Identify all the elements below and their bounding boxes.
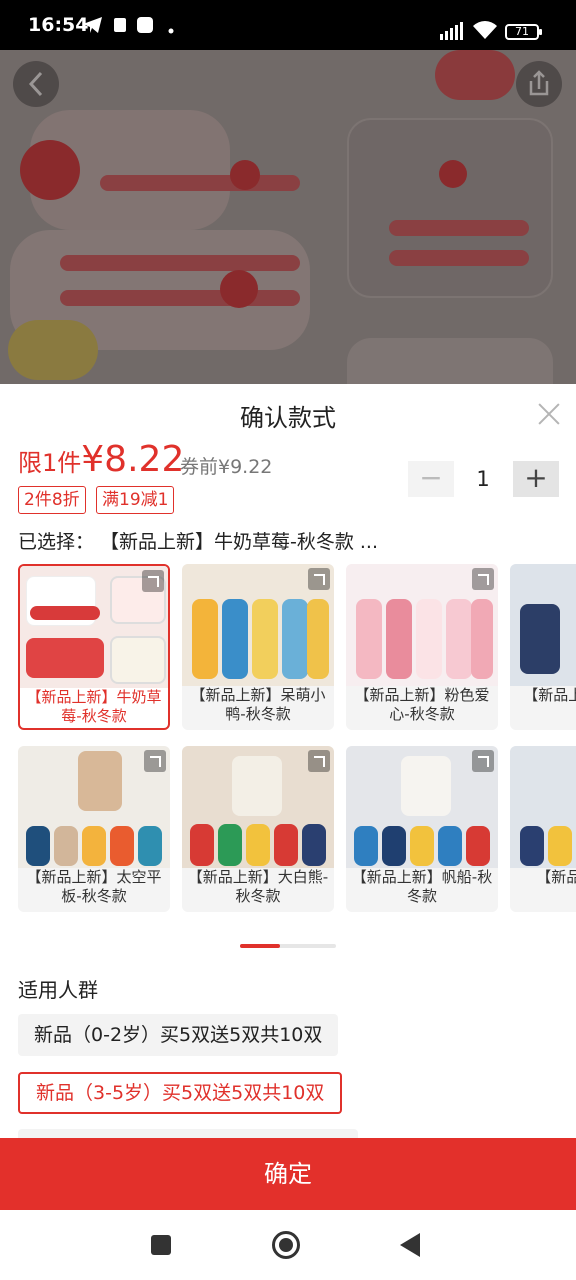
variant-card[interactable]: 【新品上新】帆船-秋冬款 [346, 746, 498, 912]
variant-name: 【新品上新】帆船-秋冬款 [351, 868, 493, 905]
product-thumbnail-2[interactable] [347, 338, 553, 384]
telegram-icon [83, 17, 102, 33]
expand-icon[interactable] [308, 750, 330, 772]
back-button[interactable] [13, 61, 59, 107]
status-time: 16:54 [28, 14, 89, 36]
expand-icon[interactable] [472, 568, 494, 590]
group-title: 适用人群 [18, 978, 98, 1002]
quantity-value[interactable]: 1 [462, 467, 504, 491]
chevron-left-icon [28, 71, 43, 97]
variant-name: 【新品上新】熊-秋 [523, 686, 576, 704]
variant-card[interactable]: 【新品上新】牛奶草莓-秋冬款 [18, 564, 170, 730]
wifi-icon [473, 21, 497, 39]
variant-image [510, 564, 576, 686]
variant-card[interactable]: 【新品上新】太空平板-秋冬款 [18, 746, 170, 912]
variant-name: 【新品上新】太空平板-秋冬款 [26, 868, 162, 905]
price-amount: ¥8.22 [81, 439, 185, 480]
product-thumbnail[interactable] [347, 118, 553, 298]
product-image-background [0, 50, 576, 384]
style-selection-sheet: 确认款式 限1件¥8.22 券前¥9.22 2件8折 满19减1 − 1 + 已… [0, 384, 576, 1280]
battery-tip [539, 29, 542, 35]
expand-icon[interactable] [472, 750, 494, 772]
variant-image [510, 746, 576, 868]
expand-icon[interactable] [142, 570, 164, 592]
sheet-title: 确认款式 [240, 404, 336, 432]
battery-icon: 71 [505, 24, 539, 40]
option-button-selected[interactable]: 新品（3-5岁）买5双送5双共10双 [18, 1072, 343, 1114]
variant-card[interactable]: 【新品上新】粉色爱心-秋冬款 [346, 564, 498, 730]
expand-icon[interactable] [308, 568, 330, 590]
discount-tag: 2件8折 [18, 486, 86, 514]
quantity-increase-button[interactable]: + [513, 461, 559, 497]
close-icon[interactable] [537, 402, 561, 426]
home-icon[interactable] [272, 1231, 300, 1259]
dot-icon [168, 28, 174, 34]
variant-card[interactable]: 【新品上新】熊-秋 [510, 564, 576, 730]
option-button[interactable]: 新品（0-2岁）买5双送5双共10双 [18, 1014, 339, 1056]
signal-icon [440, 22, 463, 40]
variant-name: 【新品上新】呆萌小鸭-秋冬款 [190, 686, 326, 723]
status-bar: 16:54 71 [0, 0, 576, 50]
selected-value: 【新品上新】牛奶草莓-秋冬款 ... [100, 531, 379, 553]
price-before-coupon: 券前¥9.22 [180, 456, 273, 478]
quantity-decrease-button[interactable]: − [408, 461, 454, 497]
app-notification-icon [114, 18, 126, 32]
share-button[interactable] [516, 61, 562, 107]
variant-pager [240, 944, 336, 948]
back-icon[interactable] [400, 1233, 420, 1257]
share-icon [529, 70, 549, 96]
variant-card[interactable]: 【新品上52-秋 [510, 746, 576, 912]
variant-grid: 【新品上新】牛奶草莓-秋冬款 【新品上新】呆萌小鸭-秋冬款 【新品上新】粉色爱心… [18, 564, 576, 934]
selected-label: 已选择： [18, 531, 95, 553]
variant-card[interactable]: 【新品上新】大白熊-秋冬款 [182, 746, 334, 912]
variant-card[interactable]: 【新品上新】呆萌小鸭-秋冬款 [182, 564, 334, 730]
confirm-button[interactable]: 确定 [0, 1138, 576, 1210]
variant-name: 【新品上新】粉色爱心-秋冬款 [354, 686, 490, 723]
recents-icon[interactable] [151, 1235, 171, 1255]
discount-tag: 满19减1 [96, 486, 175, 514]
price: 限1件¥8.22 [18, 439, 184, 480]
app-square-icon [137, 17, 153, 33]
price-limit: 限1件 [18, 449, 82, 477]
variant-name: 【新品上新】牛奶草莓-秋冬款 [26, 688, 162, 725]
expand-icon[interactable] [144, 750, 166, 772]
navigation-bar [0, 1210, 576, 1280]
pager-indicator [240, 944, 280, 948]
variant-name: 【新品上52-秋 [536, 868, 576, 886]
variant-name: 【新品上新】大白熊-秋冬款 [187, 868, 329, 905]
